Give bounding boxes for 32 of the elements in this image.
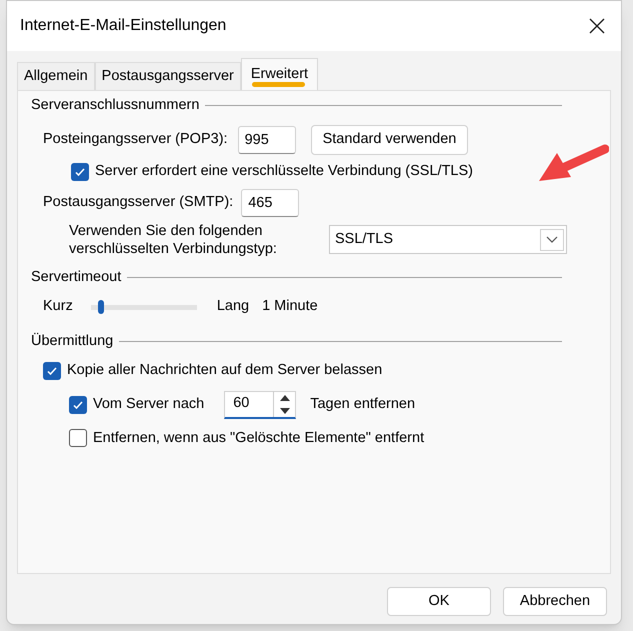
field-label: Verwenden Sie den folgenden verschlüsselten Verbindungstyp:: [69, 222, 278, 258]
checkbox[interactable]: Vom Server nach: [69, 394, 204, 416]
input-field[interactable]: 465: [241, 188, 300, 216]
field-label: Postausgangsserver (SMTP):: [43, 192, 234, 212]
checkbox[interactable]: Entfernen, wenn aus "Gelöschte Elemente" entfernt: [69, 428, 424, 450]
checkbox[interactable]: Server erfordert eine verschlüsselte Verbindung (SSL/TLS): [71, 160, 610, 182]
chevron-down-icon: [540, 228, 564, 250]
slider-thumb[interactable]: [98, 300, 104, 314]
tab[interactable]: Postausgangsserver: [94, 62, 241, 90]
days-suffix: Tagen entfernen: [310, 394, 416, 414]
number-spinner[interactable]: 60: [224, 390, 296, 418]
section-title: Serveranschlussnummern: [31, 96, 200, 115]
section-title: Übermittlung: [31, 332, 114, 351]
tab[interactable]: Erweitert: [240, 58, 318, 90]
checkbox[interactable]: Kopie aller Nachrichten auf dem Server belassen: [43, 360, 382, 382]
checkmark-icon: [46, 364, 58, 377]
checkmark-icon: [72, 398, 84, 410]
highlight-underline: [252, 82, 306, 87]
default-button[interactable]: Standard verwenden: [310, 124, 468, 155]
section-title: Servertimeout: [31, 268, 122, 286]
slider-max-label: Lang: [216, 297, 250, 316]
slider-min-label: Kurz: [43, 297, 73, 316]
ok-button[interactable]: OK: [387, 587, 491, 616]
tab[interactable]: Allgemein: [17, 62, 95, 90]
dropdown[interactable]: SSL/TLS: [329, 225, 567, 254]
checkmark-icon: [74, 166, 86, 178]
cancel-button[interactable]: Abbrechen: [503, 587, 607, 616]
window-title: Internet-E-Mail-Einstellungen: [20, 16, 226, 36]
close-icon[interactable]: [587, 16, 607, 36]
field-label: Posteingangsserver (POP3):: [43, 130, 228, 149]
timeout-value: 1 Minute: [262, 297, 318, 316]
input-field[interactable]: 995: [238, 126, 296, 154]
